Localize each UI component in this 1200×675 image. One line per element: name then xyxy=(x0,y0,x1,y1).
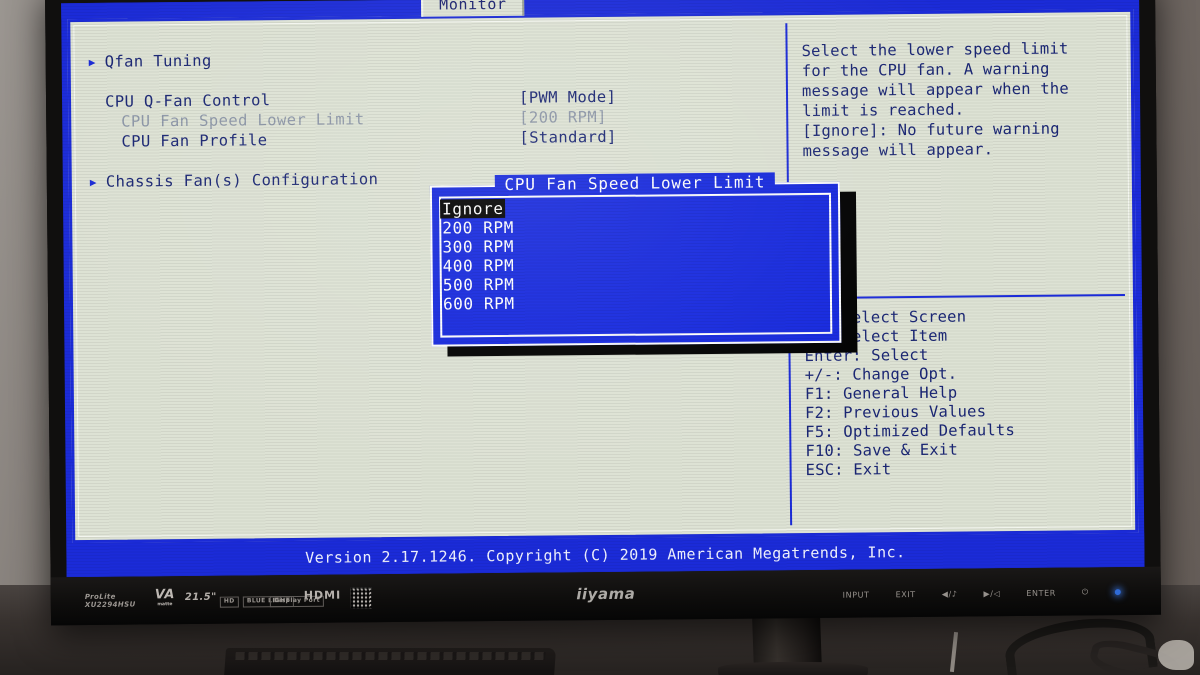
hd-badge: HD xyxy=(219,596,239,608)
brand-logo: iiyama xyxy=(576,584,636,604)
model-line-1: ProLite xyxy=(84,592,116,601)
dialog-option[interactable]: 400 RPM xyxy=(441,256,517,276)
dialog-option[interactable]: 300 RPM xyxy=(440,237,516,257)
setting-label: CPU Fan Profile xyxy=(121,131,268,151)
setting-value[interactable]: [Standard] xyxy=(519,127,617,148)
submenu-arrow-icon: ▶ xyxy=(88,55,96,69)
setting-label: Chassis Fan(s) Configuration xyxy=(105,170,379,191)
bezel-button-row[interactable]: INPUT EXIT ◀/♪ ▶/◁ ENTER ⏻ xyxy=(843,587,1121,600)
bezel-button[interactable]: ▶/◁ xyxy=(983,589,1000,598)
desk-object xyxy=(1158,640,1194,670)
keyboard xyxy=(223,648,557,675)
submenu-arrow-icon: ▶ xyxy=(89,175,97,189)
model-line-2: XU2294HSU xyxy=(84,600,136,609)
hdmi-badge: HDMI xyxy=(303,588,342,602)
screen-size-label: 21.5" xyxy=(184,591,217,604)
setting-value[interactable]: [PWM Mode] xyxy=(519,87,617,108)
bezel-button[interactable]: ⏻ xyxy=(1082,587,1089,597)
setting-label: CPU Q-Fan Control xyxy=(104,91,271,111)
panel-type-badge: VA matte xyxy=(155,587,175,607)
dialog-option[interactable]: 600 RPM xyxy=(441,294,517,314)
qr-code-icon xyxy=(350,587,372,609)
panel-type-text: VA xyxy=(154,587,175,603)
power-led-indicator xyxy=(1114,589,1121,596)
dialog-option[interactable]: 500 RPM xyxy=(441,275,517,295)
monitor-model-label: ProLite XU2294HSU xyxy=(85,592,136,609)
cpu-fan-speed-lower-limit-dialog[interactable]: CPU Fan Speed Lower Limit Ignore 200 RPM 3… xyxy=(429,172,842,347)
dialog-option-selected[interactable]: Ignore xyxy=(440,198,506,219)
dialog-option-row[interactable]: 600 RPM xyxy=(441,291,831,314)
dialog-option-list[interactable]: Ignore 200 RPM 300 RPM 400 RPM 500 RPM 600 RP… xyxy=(440,196,831,314)
dialog-title: CPU Fan Speed Lower Limit xyxy=(432,172,838,195)
dialog-title-text: CPU Fan Speed Lower Limit xyxy=(494,172,776,195)
monitor-stand-base xyxy=(718,662,868,675)
setting-row[interactable]: ▶ Qfan Tuning xyxy=(89,45,780,72)
setting-label: Qfan Tuning xyxy=(104,51,212,71)
tab-monitor[interactable]: Monitor xyxy=(421,0,525,17)
bezel-button[interactable]: EXIT xyxy=(896,590,916,599)
help-line: message will appear. xyxy=(802,140,994,161)
dialog-option[interactable]: 200 RPM xyxy=(440,218,516,238)
bezel-button[interactable]: ◀/♪ xyxy=(942,589,958,598)
panel-sub-text: matte xyxy=(157,602,173,608)
setting-value[interactable]: [200 RPM] xyxy=(519,107,607,128)
monitor: Monitor ▶ Qfan Tuning CPU Q-Fan Control [PW… xyxy=(44,0,1162,626)
bezel-button[interactable]: ENTER xyxy=(1026,588,1056,597)
key-legend-entry: ESC: Exit xyxy=(805,460,892,480)
bezel-button[interactable]: INPUT xyxy=(843,590,870,599)
bios-screen: Monitor ▶ Qfan Tuning CPU Q-Fan Control [PW… xyxy=(61,0,1145,578)
setting-label: CPU Fan Speed Lower Limit xyxy=(121,110,365,131)
photo-scene: Monitor ▶ Qfan Tuning CPU Q-Fan Control [PW… xyxy=(0,0,1200,675)
